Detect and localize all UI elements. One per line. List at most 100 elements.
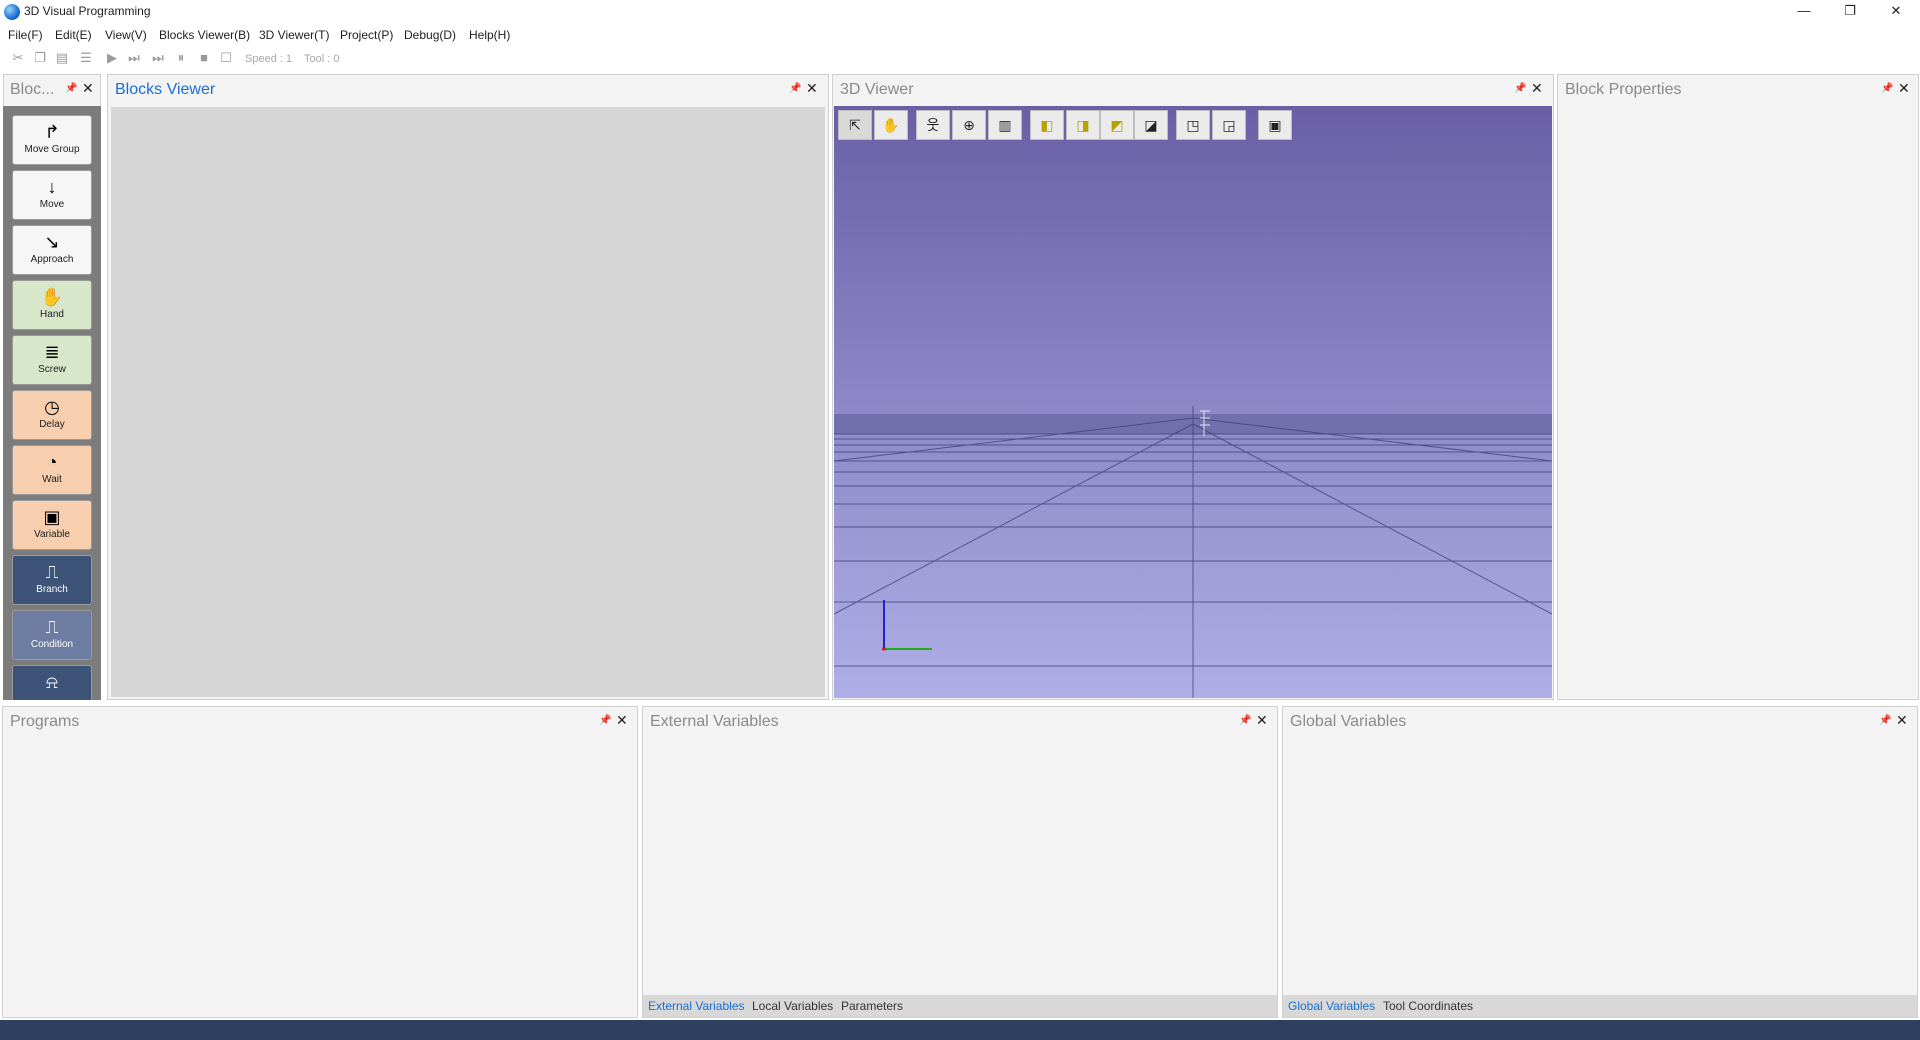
screw-icon: ≣ — [44, 342, 60, 362]
block-move-group[interactable]: ↱ Move Group — [12, 115, 92, 165]
panel-title: Programs — [10, 713, 80, 730]
panel-title: 3D Viewer — [840, 81, 914, 98]
move-group-icon: ↱ — [44, 122, 60, 142]
block-loop[interactable]: ⍾ — [12, 665, 92, 700]
cut-icon[interactable]: ✂ — [10, 50, 26, 66]
block-label: Delay — [39, 419, 65, 430]
panel-title: Global Variables — [1290, 713, 1407, 730]
panel-title: Bloc... — [10, 81, 55, 98]
pin-icon[interactable]: 📌 — [1881, 83, 1893, 94]
menu-edit[interactable]: Edit(E) — [55, 28, 92, 42]
pin-icon[interactable]: 📌 — [1239, 715, 1251, 726]
pin-icon[interactable]: 📌 — [65, 83, 77, 94]
approach-arrow-icon: ↘ — [44, 232, 60, 252]
3d-scene-canvas[interactable] — [834, 106, 1552, 698]
block-condition[interactable]: ⎍ Condition — [12, 610, 92, 660]
programs-panel: Programs 📌 ✕ — [2, 706, 638, 1018]
play-icon[interactable]: ▶ — [104, 50, 120, 66]
block-variable[interactable]: ▣ Variable — [12, 500, 92, 550]
app-logo-icon — [4, 4, 20, 20]
close-icon[interactable]: ✕ — [1531, 80, 1543, 97]
panel-title: External Variables — [650, 713, 779, 730]
menu-help[interactable]: Help(H) — [469, 28, 510, 42]
hand-icon: ✋ — [40, 287, 64, 307]
block-label: Wait — [42, 474, 62, 485]
person-view-icon[interactable]: 웃 — [916, 110, 950, 140]
fit-view-icon[interactable]: ▣ — [1258, 110, 1292, 140]
block-hand[interactable]: ✋ Hand — [12, 280, 92, 330]
tab-strip: External Variables Local Variables Param… — [643, 995, 1277, 1017]
minimize-button[interactable]: — — [1781, 0, 1827, 22]
tab-external-variables[interactable]: External Variables — [648, 999, 745, 1013]
block-label: Move Group — [24, 144, 80, 155]
status-bar — [0, 1020, 1920, 1040]
menu-file[interactable]: File(F) — [8, 28, 43, 42]
select-arrow-icon[interactable]: ⇱ — [838, 110, 872, 140]
pan-hand-icon[interactable]: ✋ — [874, 110, 908, 140]
panel-title: Blocks Viewer — [115, 81, 216, 98]
stop-icon[interactable]: ■ — [196, 50, 212, 66]
pin-icon[interactable]: 📌 — [1879, 715, 1891, 726]
block-label: Approach — [30, 254, 74, 265]
block-approach[interactable]: ↘ Approach — [12, 225, 92, 275]
menu-blocks-viewer[interactable]: Blocks Viewer(B) — [159, 28, 250, 42]
title-bar: 3D Visual Programming — ❐ ✕ — [0, 0, 1920, 24]
close-icon[interactable]: ✕ — [616, 712, 628, 729]
align-icon[interactable]: ☰ — [78, 50, 94, 66]
move-arrow-icon: ↓ — [47, 177, 57, 197]
cylinder-icon[interactable]: ▥ — [988, 110, 1022, 140]
tab-parameters[interactable]: Parameters — [841, 999, 903, 1013]
toolbar: ✂ ❐ ▤ ☰ ▶ ⏭ ⏭ ⏸ ■ ☐ Speed : 1 Tool : 0 — [0, 48, 1920, 70]
block-label: Screw — [38, 364, 66, 375]
wait-clock-icon: ◔ — [46, 452, 58, 472]
block-label: Hand — [40, 309, 64, 320]
block-delay[interactable]: ◷ Delay — [12, 390, 92, 440]
clock-icon: ◷ — [44, 397, 60, 417]
menu-3d-viewer[interactable]: 3D Viewer(T) — [259, 28, 329, 42]
menu-bar: File(F) Edit(E) View(V) Blocks Viewer(B)… — [0, 24, 1920, 46]
menu-project[interactable]: Project(P) — [340, 28, 393, 42]
view-iso-back-icon[interactable]: ◲ — [1212, 110, 1246, 140]
tab-strip: Global Variables Tool Coordinates — [1283, 995, 1917, 1017]
tab-local-variables[interactable]: Local Variables — [752, 999, 833, 1013]
pin-icon[interactable]: 📌 — [599, 715, 611, 726]
close-icon[interactable]: ✕ — [806, 80, 818, 97]
view-side-icon[interactable]: ◩ — [1100, 110, 1134, 140]
grid-sphere-icon[interactable]: ⊕ — [952, 110, 986, 140]
block-label: Move — [39, 199, 65, 210]
menu-view[interactable]: View(V) — [105, 28, 147, 42]
block-branch[interactable]: ⎍ Branch — [12, 555, 92, 605]
view-back-icon[interactable]: ◨ — [1066, 110, 1100, 140]
close-icon[interactable]: ✕ — [1898, 80, 1910, 97]
block-move[interactable]: ↓ Move — [12, 170, 92, 220]
blocks-canvas[interactable] — [111, 107, 825, 697]
menu-debug[interactable]: Debug(D) — [404, 28, 456, 42]
pause-icon[interactable]: ⏸ — [173, 50, 189, 66]
pin-icon[interactable]: 📌 — [789, 83, 801, 94]
close-icon[interactable]: ✕ — [1896, 712, 1908, 729]
panel-title: Block Properties — [1565, 81, 1682, 98]
close-icon[interactable]: ✕ — [82, 80, 94, 97]
block-label: Condition — [30, 639, 74, 650]
checkbox-icon[interactable]: ☐ — [218, 50, 234, 66]
block-screw[interactable]: ≣ Screw — [12, 335, 92, 385]
tab-tool-coordinates[interactable]: Tool Coordinates — [1383, 999, 1473, 1013]
tab-global-variables[interactable]: Global Variables — [1288, 999, 1375, 1013]
view-iso-icon[interactable]: ◳ — [1176, 110, 1210, 140]
view-front-icon[interactable]: ◧ — [1030, 110, 1064, 140]
restore-button[interactable]: ❐ — [1827, 0, 1873, 22]
tool-label: Tool : 0 — [304, 53, 340, 65]
view-top-icon[interactable]: ◪ — [1134, 110, 1168, 140]
block-wait[interactable]: ◔ Wait — [12, 445, 92, 495]
close-button[interactable]: ✕ — [1873, 0, 1919, 22]
block-properties-panel: Block Properties 📌 ✕ — [1557, 74, 1919, 700]
step-icon[interactable]: ⏭ — [126, 50, 142, 66]
speed-label: Speed : 1 — [245, 53, 293, 65]
variable-box-icon: ▣ — [43, 507, 61, 527]
skip-icon[interactable]: ⏭ — [150, 50, 166, 66]
copy-icon[interactable]: ❐ — [32, 50, 48, 66]
external-variables-panel: External Variables 📌 ✕ External Variable… — [642, 706, 1278, 1018]
pin-icon[interactable]: 📌 — [1514, 83, 1526, 94]
close-icon[interactable]: ✕ — [1256, 712, 1268, 729]
paste-icon[interactable]: ▤ — [54, 50, 70, 66]
